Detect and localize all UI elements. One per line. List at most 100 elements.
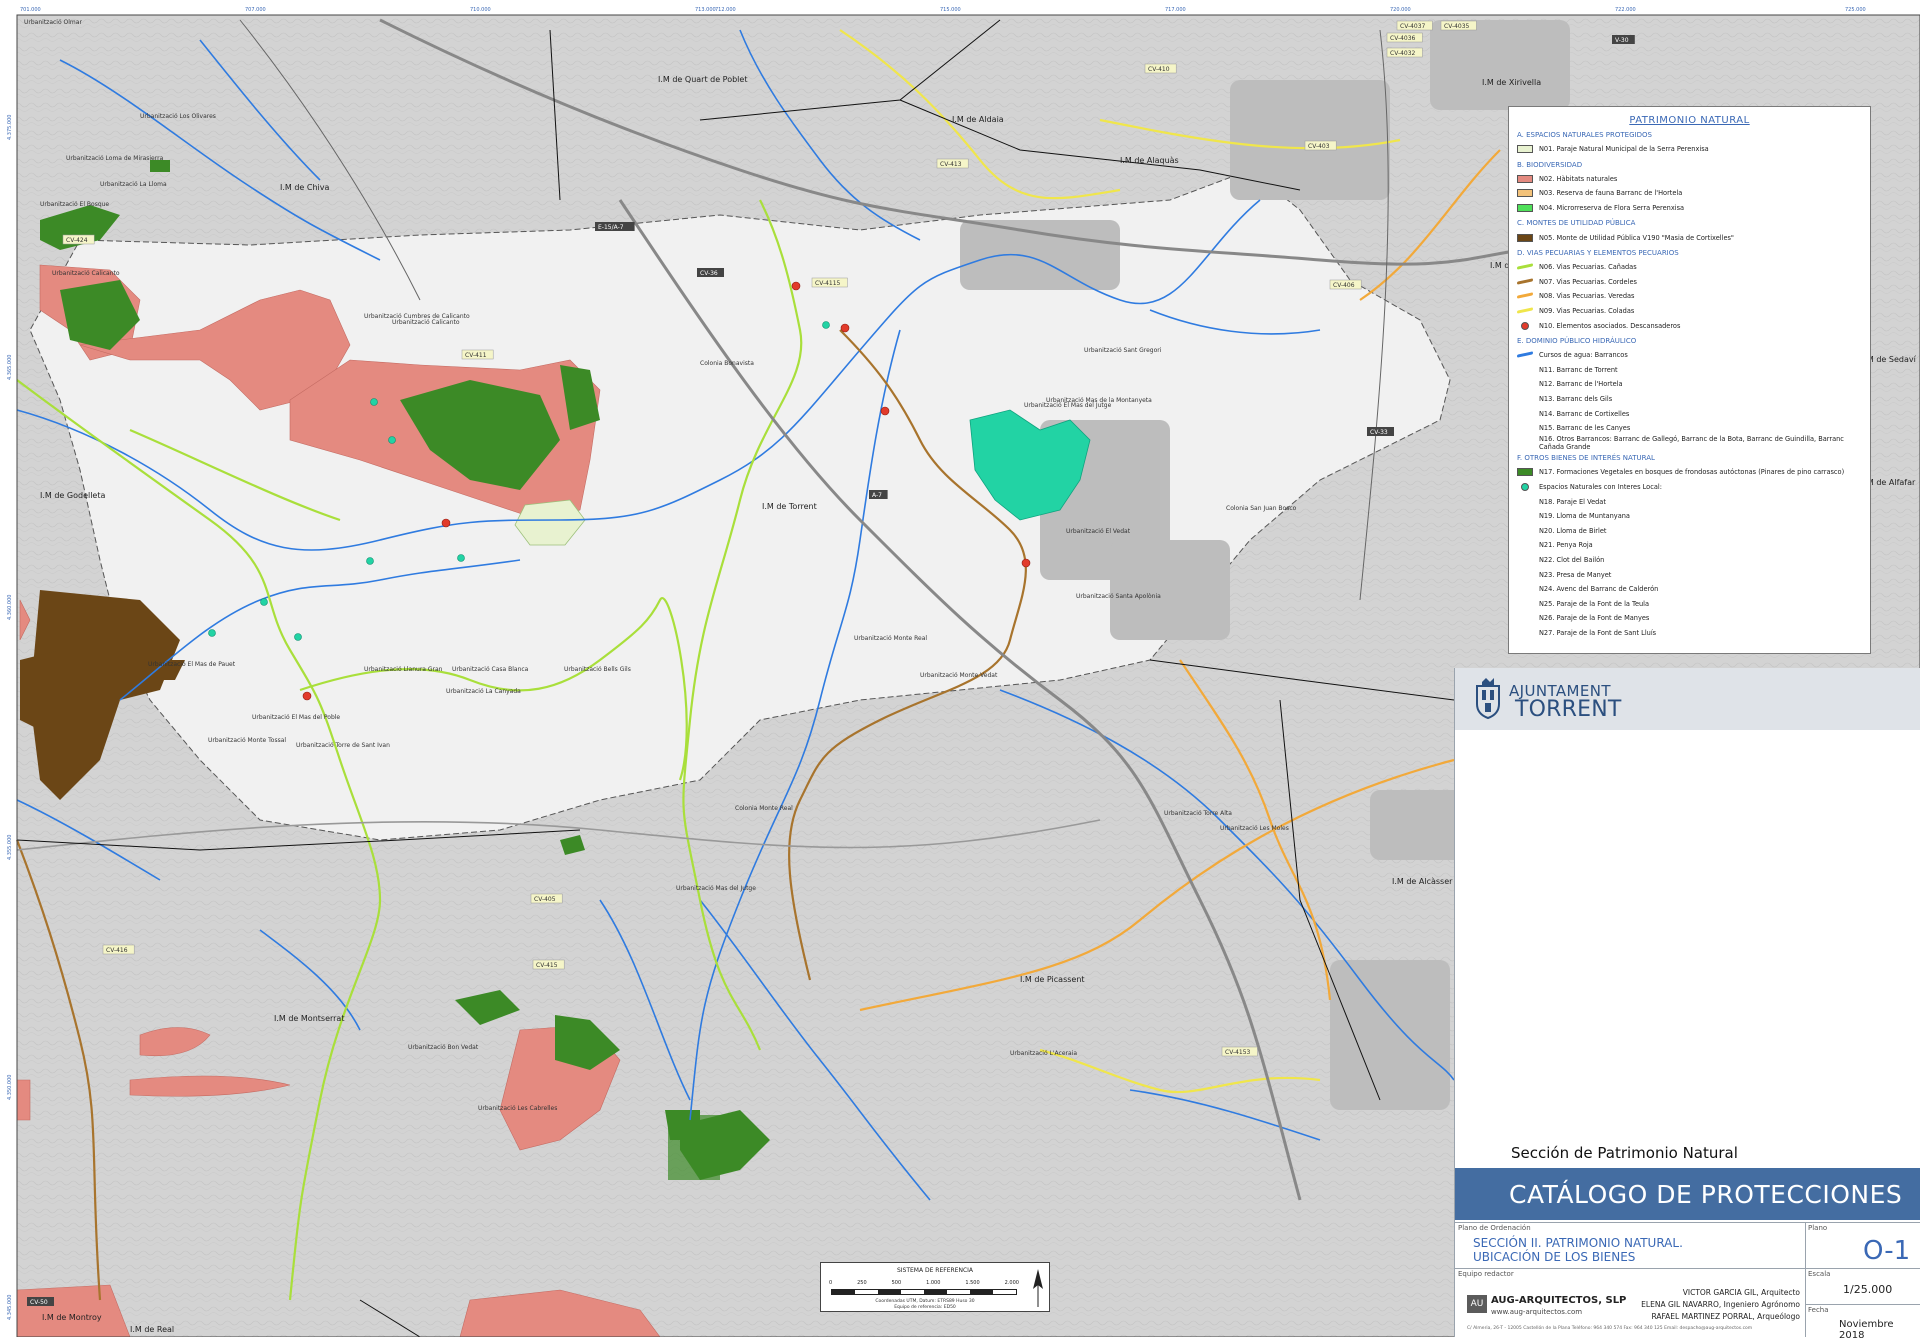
legend-swatch xyxy=(1517,629,1533,637)
left-tick-label: 4.345.000 xyxy=(7,1295,13,1320)
municipality-label: I.M de Godelleta xyxy=(40,491,105,500)
legend-section-heading: D. VIAS PECUARIAS Y ELEMENTOS PECUARIOS xyxy=(1517,248,1679,257)
legend-section-heading: F. OTROS BIENES DE INTERÉS NATURAL xyxy=(1517,454,1655,463)
scale-number: 2.000 xyxy=(1004,1280,1019,1286)
legend-item: N21. Penya Roja xyxy=(1517,538,1862,553)
legend-item-label: N17. Formaciones Vegetales en bosques de… xyxy=(1539,468,1845,477)
legend-item: N03. Reserva de fauna Barranc de l'Horte… xyxy=(1517,186,1862,201)
legend-item-label: N24. Avenc del Barranc de Calderón xyxy=(1539,585,1659,594)
legend-item-label: Espacios Naturales con Interes Local: xyxy=(1539,482,1662,491)
place-label: Urbanització Monte Vedat xyxy=(920,672,998,679)
scale-caption-1: Coordenadas UTM, Datum: ETRS89 Huso 30 xyxy=(875,1299,975,1304)
road-label: CV-413 xyxy=(940,161,962,168)
section-title: Sección de Patrimonio Natural xyxy=(1511,1144,1738,1162)
legend-section-heading: B. BIODIVERSIDAD xyxy=(1517,160,1583,169)
place-label: Urbanització Santa Apolònia xyxy=(1076,593,1161,600)
legend-swatch xyxy=(1517,204,1533,213)
legend-item: N26. Paraje de la Font de Manyes xyxy=(1517,611,1862,626)
escala-label: Escala xyxy=(1808,1270,1831,1278)
legend-item: N16. Otros Barrancos: Barranc de Gallegó… xyxy=(1517,434,1862,451)
north-arrow-icon xyxy=(1033,1269,1043,1307)
place-label: Urbanització Mas del Jutge xyxy=(676,885,756,892)
left-tick-label: 4.360.000 xyxy=(7,595,13,620)
legend-item: N12. Barranc de l'Hortela xyxy=(1517,377,1862,392)
scale-number: 250 xyxy=(857,1280,867,1286)
scale-number: 500 xyxy=(891,1280,902,1286)
left-tick-label: 4.350.000 xyxy=(7,1075,13,1100)
divider xyxy=(1455,1222,1920,1223)
legend-swatch xyxy=(1517,410,1533,418)
legend-swatch xyxy=(1517,527,1533,535)
divider xyxy=(1805,1304,1920,1305)
legend-item-label: N12. Barranc de l'Hortela xyxy=(1539,380,1623,389)
place-label: Urbanització La Canyada xyxy=(446,688,521,695)
plano-text-1: SECCIÓN II. PATRIMONIO NATURAL. xyxy=(1473,1236,1683,1250)
place-label: Urbanització El Vedat xyxy=(1066,528,1131,535)
legend-item-label: N19. Lloma de Muntanyana xyxy=(1539,512,1630,521)
legend-item: N15. Barranc de les Canyes xyxy=(1517,421,1862,436)
place-label: Urbanització Torre de Sant Ivan xyxy=(296,742,390,749)
place-label: Urbanització Loma de Mirasierra xyxy=(66,155,164,162)
team-member-1: VICTOR GARCIA GIL, Arquitecto xyxy=(1682,1288,1800,1297)
legend-item: N01. Paraje Natural Municipal de la Serr… xyxy=(1517,142,1862,157)
legend-swatch xyxy=(1517,512,1533,520)
place-label: Urbanització Los Olivares xyxy=(140,113,216,120)
legend-item: N22. Clot del Bailón xyxy=(1517,553,1862,568)
legend-swatch xyxy=(1517,571,1533,579)
legend-item-label: N25. Paraje de la Font de la Teula xyxy=(1539,599,1650,608)
legend-swatch xyxy=(1517,189,1533,198)
legend-item-label: N07. Vias Pecuarias. Cordeles xyxy=(1539,277,1637,286)
road-label: V-30 xyxy=(1615,37,1629,44)
legend-swatch xyxy=(1517,366,1533,374)
top-tick-label: 701.000 xyxy=(20,7,41,13)
legend-item: N06. Vias Pecuarias. Cañadas xyxy=(1517,260,1862,275)
legend-swatch xyxy=(1517,395,1533,403)
road-label: CV-4035 xyxy=(1444,23,1470,30)
legend-item-label: N05. Monte de Utilidad Pública V190 "Mas… xyxy=(1539,233,1734,242)
footer-contact: C/ Almeria, 26-T - 12005 Castellón de la… xyxy=(1467,1326,1753,1331)
legend-item: N08. Vias Pecuarias. Veredas xyxy=(1517,289,1862,304)
legend-item: N09. Vias Pecuarias. Coladas xyxy=(1517,304,1862,319)
top-tick-label: 710.000 xyxy=(470,7,491,13)
legend-item-label: N16. Otros Barrancos: Barranc de Gallegó… xyxy=(1539,434,1844,451)
legend-item-label: N09. Vias Pecuarias. Coladas xyxy=(1539,307,1635,316)
legend-item-label: N14. Barranc de Cortixelles xyxy=(1539,409,1630,418)
firm-name: AUG-ARQUITECTOS, SLP xyxy=(1491,1295,1627,1306)
legend-item-label: Cursos de agua: Barrancos xyxy=(1539,351,1628,360)
road-label: CV-4036 xyxy=(1390,35,1416,42)
divider xyxy=(1805,1222,1806,1337)
legend-item-label: N06. Vias Pecuarias. Cañadas xyxy=(1539,263,1637,272)
legend-item: N05. Monte de Utilidad Pública V190 "Mas… xyxy=(1517,230,1862,245)
firm-logo-icon: AU xyxy=(1467,1295,1487,1313)
place-label: Urbanització Les Moles xyxy=(1220,825,1289,832)
municipality-label: I.M de Torrent xyxy=(762,502,817,511)
legend-body: A. ESPACIOS NATURALES PROTEGIDOS N01. Par… xyxy=(1517,131,1862,640)
scale-number: 1.500 xyxy=(965,1280,980,1286)
legend-item: N02. Hàbitats naturales xyxy=(1517,172,1862,187)
firm-website: www.aug-arquitectos.com xyxy=(1491,1308,1583,1316)
catalog-band: CATÁLOGO DE PROTECCIONES xyxy=(1455,1168,1920,1220)
place-label: Urbanització Bells Gils xyxy=(564,666,631,673)
place-label: Colonia Monte Real xyxy=(735,805,793,812)
plano-text-2: UBICACIÓN DE LOS BIENES xyxy=(1473,1250,1636,1264)
top-tick-label: 720.000 xyxy=(1390,7,1411,13)
legend-swatch xyxy=(1517,498,1533,506)
left-tick-label: 4.375.000 xyxy=(7,115,13,140)
scale-bar-box: SISTEMA DE REFERENCIA 0 250 500 1.000 1.… xyxy=(820,1262,1050,1312)
logo-band: AJUNTAMENT TORRENT xyxy=(1455,668,1920,730)
legend-item-label: N01. Paraje Natural Municipal de la Serr… xyxy=(1539,145,1709,154)
municipality-label: I.M de Chiva xyxy=(280,183,330,192)
legend-item-label: N11. Barranc de Torrent xyxy=(1539,365,1618,374)
legend-swatch xyxy=(1517,614,1533,622)
top-tick-label: 712.000 xyxy=(715,7,736,13)
legend-item-label: N04. Microrreserva de Flora Serra Perenx… xyxy=(1539,204,1685,213)
legend-item-label: N21. Penya Roja xyxy=(1539,541,1593,550)
legend-item: N27. Paraje de la Font de Sant Lluís xyxy=(1517,626,1862,641)
municipality-label: I.M de Aldaia xyxy=(952,115,1004,124)
legend-item-label: N08. Vias Pecuarias. Veredas xyxy=(1539,292,1635,301)
scale-number: 1.000 xyxy=(926,1280,941,1286)
road-label: CV-4037 xyxy=(1400,23,1426,30)
municipality-label: I.M de Alcàsser xyxy=(1392,877,1453,886)
legend-item: N20. Lloma de Birlet xyxy=(1517,523,1862,538)
place-label: Urbanització Les Cabrelles xyxy=(478,1105,557,1112)
